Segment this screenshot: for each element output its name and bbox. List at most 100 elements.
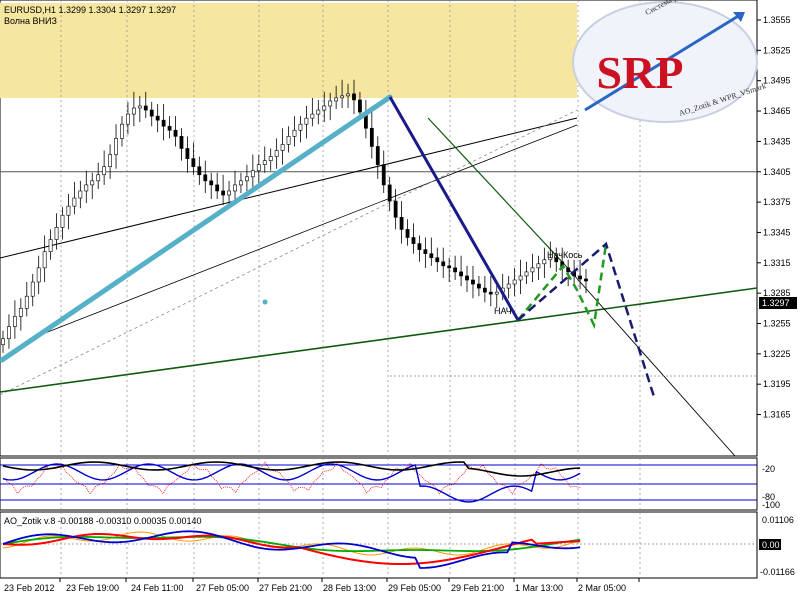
price-tick-label: 1.3435 (763, 136, 791, 146)
price-tick-label: 1.3465 (763, 106, 791, 116)
price-tick-label: 1.3165 (763, 410, 791, 420)
candle-body (518, 275, 523, 281)
candle-body (352, 93, 356, 101)
time-tick-label: 2 Mar 05:00 (578, 583, 626, 593)
candle-body (245, 176, 249, 182)
candle-body (114, 138, 118, 155)
annotation-start: НАЧ (494, 306, 512, 316)
candle-body (482, 287, 487, 293)
candle-body (477, 283, 481, 289)
candle-body (143, 105, 148, 111)
price-tick-label: 1.3315 (763, 258, 791, 268)
ind2-tick-bottom: -0.01166 (760, 567, 795, 577)
ind2-label: AO_Zotik v.8 -0.00188 -0.00310 0.00035 0… (4, 516, 201, 526)
candle-body (7, 326, 11, 339)
price-axis: 1.3555 1.3525 1.3495 1.3465 1.3435 1.3405 1.33… (757, 15, 791, 420)
price-tick-label: 1.3375 (763, 197, 791, 207)
candle-body (84, 184, 89, 192)
current-price-label: 1.3297 (762, 298, 790, 308)
candle-body (96, 174, 101, 182)
candle-body (316, 109, 321, 115)
candle-body (358, 99, 362, 113)
time-tick-label: 23 Feb 2012 (4, 583, 55, 593)
candle-body (334, 97, 339, 102)
candle-body (30, 281, 35, 297)
price-tick-label: 1.3405 (763, 167, 791, 177)
candle-body (262, 160, 267, 165)
candle-body (197, 166, 202, 176)
candle-body (399, 216, 404, 230)
candle-body (108, 154, 112, 167)
price-tick-label: 1.3525 (763, 45, 791, 55)
time-tick-label: 29 Feb 21:00 (451, 583, 504, 593)
candle-body (322, 105, 327, 111)
candle-body (155, 115, 160, 121)
price-tick-label: 1.3195 (763, 379, 791, 389)
candle-body (1, 338, 5, 346)
ind1-level-20: -20 (762, 464, 775, 474)
ind2-tick-zero: 0.00 (762, 540, 780, 550)
price-tick-label: 1.3555 (763, 15, 791, 25)
candle-body (488, 291, 493, 295)
target-zone (0, 3, 577, 98)
candle-body (256, 164, 261, 172)
candle-body (310, 113, 315, 119)
price-tick-label: 1.3495 (763, 76, 791, 86)
candle-body (429, 253, 434, 259)
price-tick-label: 1.3255 (763, 319, 791, 329)
candle-body (381, 164, 386, 186)
candle-body (185, 148, 190, 159)
candle-body (524, 271, 529, 277)
candle-body (536, 263, 541, 269)
candle-body (411, 237, 416, 244)
time-tick-label: 24 Feb 11:00 (131, 583, 183, 593)
candle-body (471, 279, 475, 285)
candle-body (566, 267, 571, 273)
candle-body (375, 146, 380, 165)
candle-body (387, 184, 392, 202)
candle-body (292, 129, 297, 137)
candle-body (167, 125, 172, 131)
ind1-level-100: -100 (762, 500, 780, 510)
candle-body (48, 239, 53, 252)
candle-body (304, 117, 309, 125)
candle-body (459, 271, 463, 277)
candle-body (227, 190, 231, 196)
candle-body (393, 200, 398, 218)
svg-text:SRP: SRP (597, 47, 684, 98)
candle-body (60, 214, 65, 228)
candle-body (435, 257, 440, 263)
candle-body (173, 129, 178, 137)
candle-body (494, 291, 499, 295)
candle-body (578, 275, 582, 280)
candle-body (126, 113, 130, 125)
candle-body (161, 119, 166, 127)
candle-body (179, 136, 184, 149)
candle-body (90, 180, 95, 186)
price-tick-label: 1.3225 (763, 349, 791, 359)
candle-body (42, 251, 47, 269)
candle-body (78, 190, 83, 199)
time-axis: 23 Feb 2012 23 Feb 19:00 24 Feb 11:00 27 Fe… (4, 578, 640, 593)
candle-body (286, 136, 291, 145)
candle-body (328, 100, 333, 107)
annotation-start-slope: НачКось (547, 250, 583, 260)
candle-body (298, 123, 303, 131)
ind2-tick-top: 0.01106 (762, 515, 794, 525)
candle-body (346, 93, 350, 97)
candle-body (405, 229, 410, 238)
marker-dot (262, 299, 268, 305)
candle-body (66, 205, 71, 216)
candle-body (149, 109, 154, 117)
candle-body (191, 158, 196, 167)
candle-body (239, 180, 243, 186)
candle-body (268, 156, 273, 161)
candle-body (340, 95, 344, 99)
candle-body (417, 243, 422, 250)
chart: EURUSD,H1 1.3299 1.3304 1.3297 1.3297 Во… (0, 0, 797, 593)
candle-body (274, 150, 279, 157)
time-tick-label: 23 Feb 19:00 (66, 583, 119, 593)
candle-body (18, 308, 23, 317)
candle-body (54, 227, 59, 240)
candle-body (233, 184, 237, 192)
